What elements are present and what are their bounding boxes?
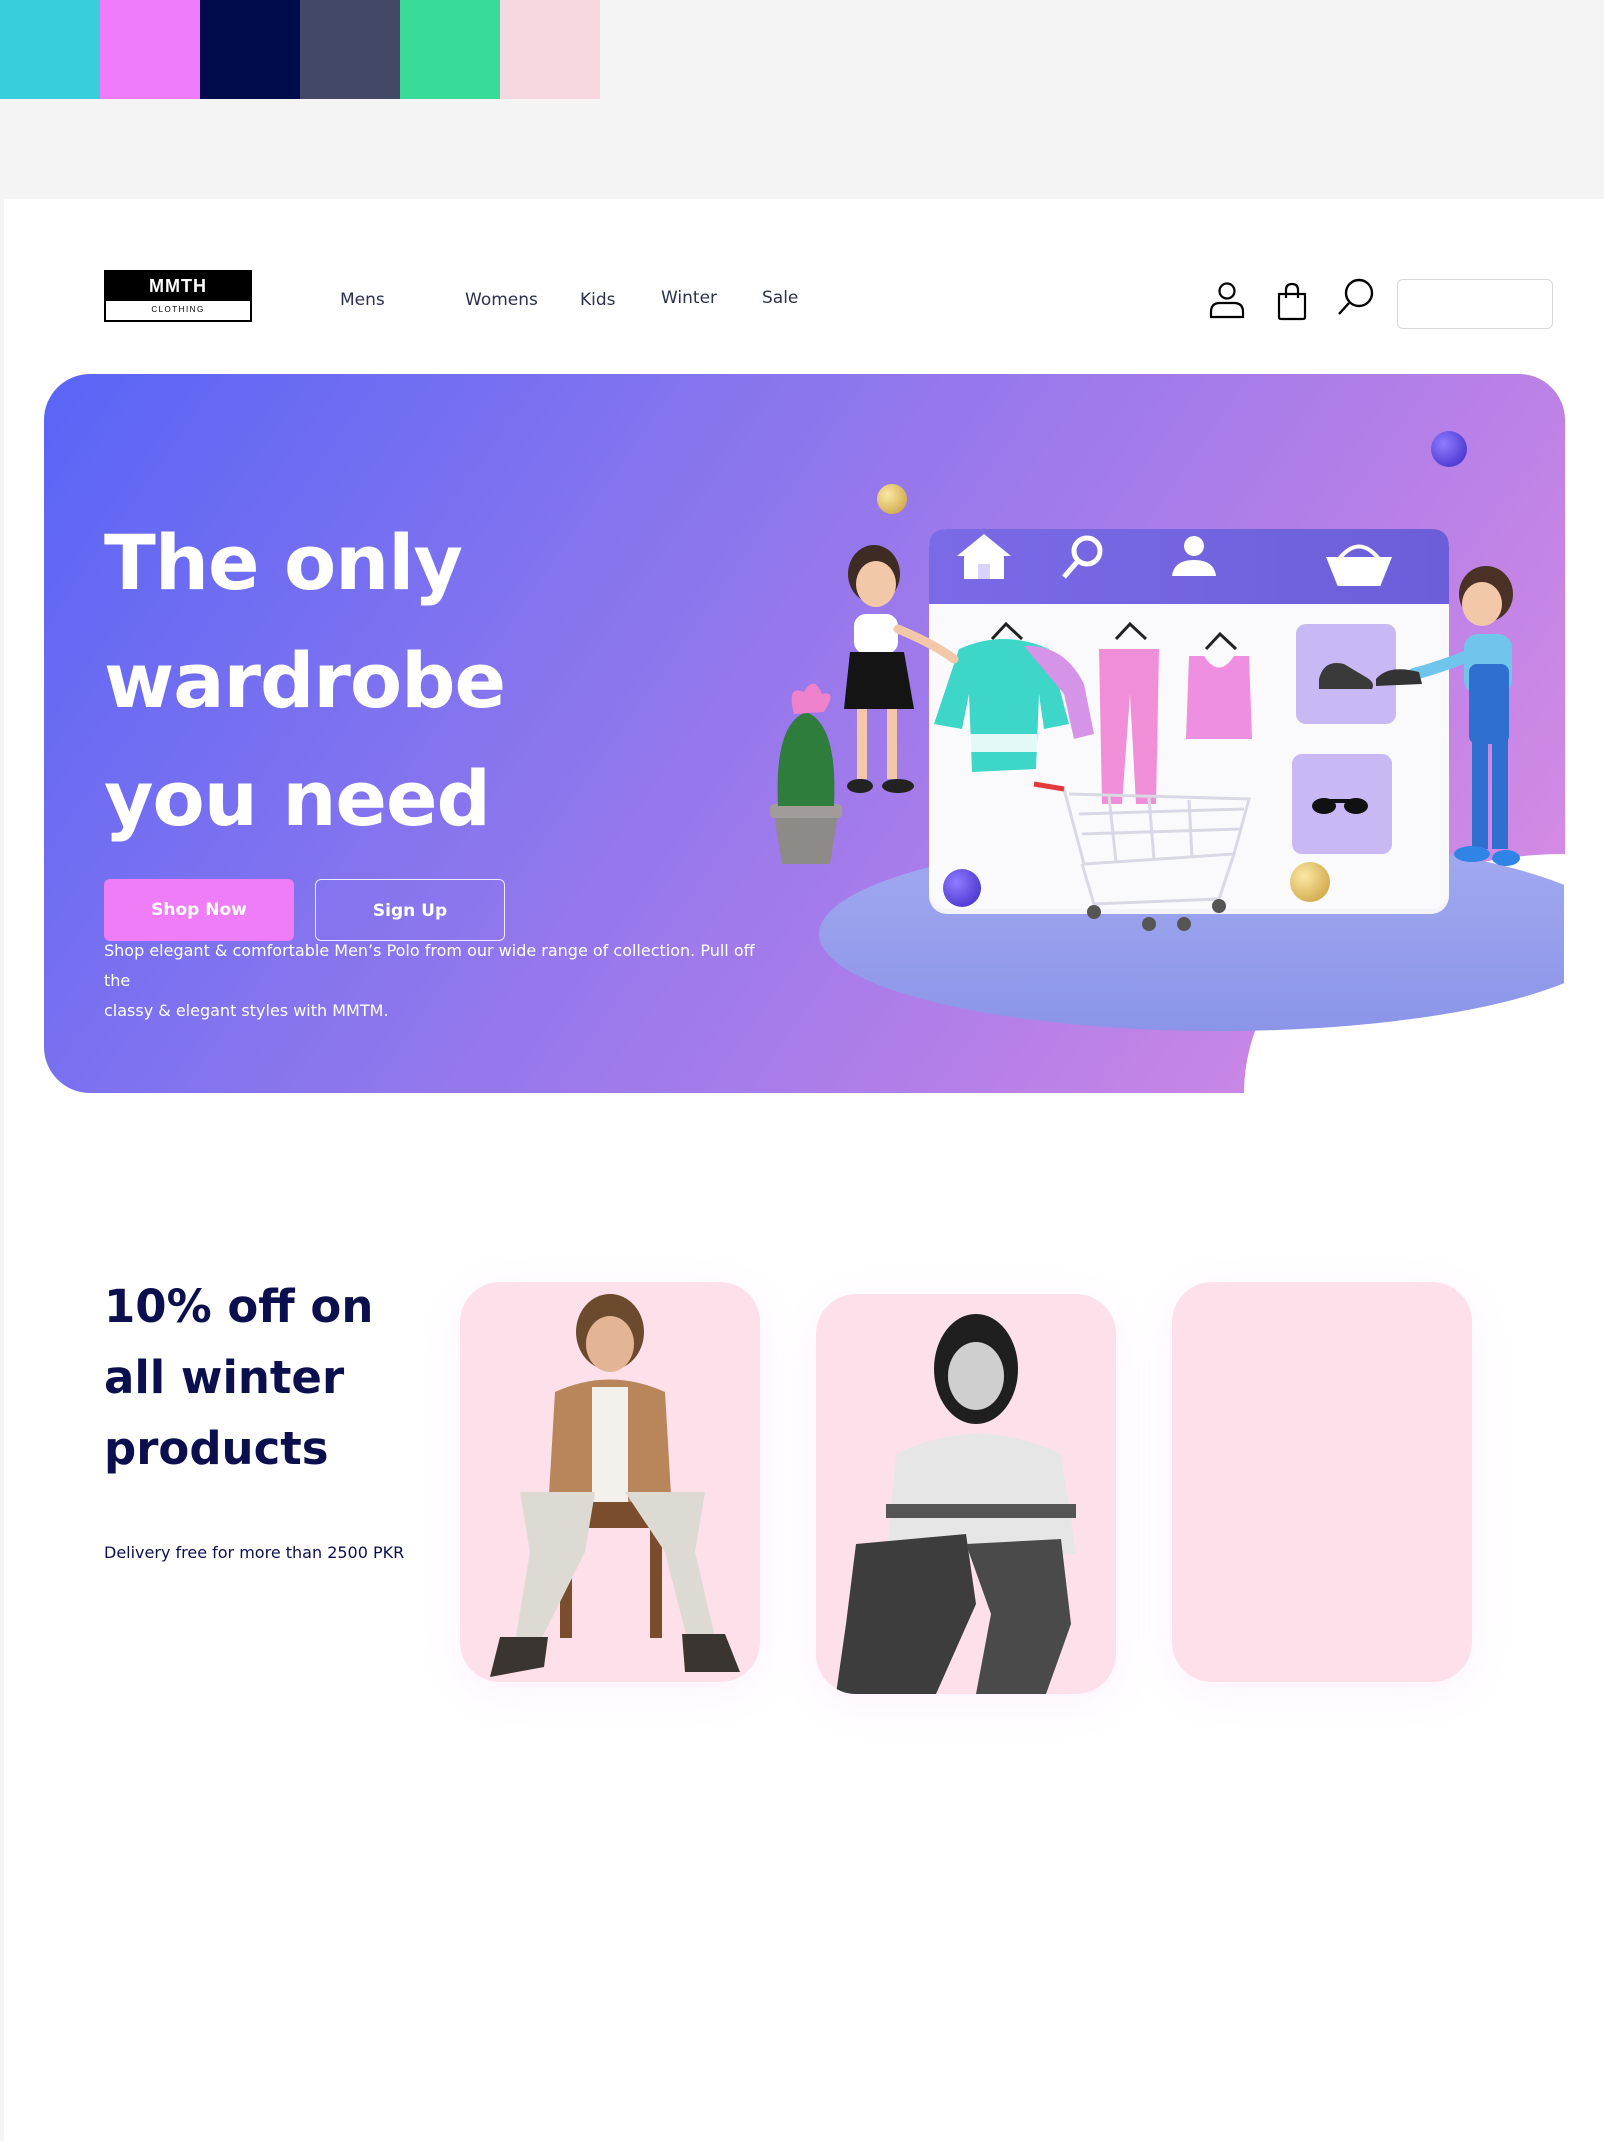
hero-title: The only wardrobe you need [104,504,864,858]
promo-subtitle: Delivery free for more than 2500 PKR [104,1543,405,1562]
brand-logo[interactable]: MMTH CLOTHING [104,270,252,322]
floating-ball-purple-bottom [943,869,981,907]
promo-title-line-2: all winter [104,1351,345,1404]
landing-page: MMTH CLOTHING Mens Womens Kids Winter Sa… [4,199,1604,2141]
user-icon[interactable] [1207,279,1247,319]
floating-ball-purple-top [1431,431,1467,467]
hero-title-line-1: The only wardrobe [104,518,506,725]
search-icon[interactable] [1336,277,1376,317]
palette-swatch-green [400,0,500,99]
nav-item-kids[interactable]: Kids [580,290,616,310]
promo-title: 10% off on all winter products [104,1271,424,1484]
cactus-plant [770,683,842,864]
sign-up-button[interactable]: Sign Up [315,879,505,941]
logo-tagline: CLOTHING [151,305,205,314]
product-card-women[interactable] [816,1294,1116,1694]
palette-swatch-navy [200,0,300,99]
palette-swatch-slate [300,0,400,99]
shopping-bag-icon[interactable] [1272,281,1312,321]
product-card-men[interactable] [460,1282,760,1682]
pink-tank-top [1186,656,1252,739]
sunglasses-tile [1292,754,1392,854]
hero-description-line-2: classy & elegant styles with MMTM. [104,1001,389,1020]
color-palette [0,0,600,99]
nav-item-womens[interactable]: Womens [465,290,538,310]
product-card-placeholder[interactable] [1172,1282,1472,1682]
nav-item-mens[interactable]: Mens [340,290,385,310]
palette-swatch-blush [500,0,600,99]
man-model-photo [490,1294,740,1677]
hero-description-line-1: Shop elegant & comfortable Men’s Polo fr… [104,941,755,990]
hero-banner: The only wardrobe you need Shop elegant … [44,374,1565,1093]
hero-title-line-2: you need [104,754,491,843]
search-input[interactable] [1397,279,1553,329]
palette-swatch-pink [100,0,200,99]
nav-item-winter[interactable]: Winter [661,288,717,308]
floating-ball-gold-top [877,484,907,514]
woman-model-photo [836,1314,1076,1694]
floating-ball-gold-bottom [1290,862,1330,902]
shopping-illustration [770,431,1564,1031]
palette-swatch-cyan [0,0,100,99]
hero-description: Shop elegant & comfortable Men’s Polo fr… [104,936,784,1026]
promo-title-line-1: 10% off on [104,1280,374,1333]
shop-now-button[interactable]: Shop Now [104,879,294,941]
promo-title-line-3: products [104,1422,329,1475]
logo-name: MMTH [106,272,250,301]
nav-item-sale[interactable]: Sale [762,288,798,308]
